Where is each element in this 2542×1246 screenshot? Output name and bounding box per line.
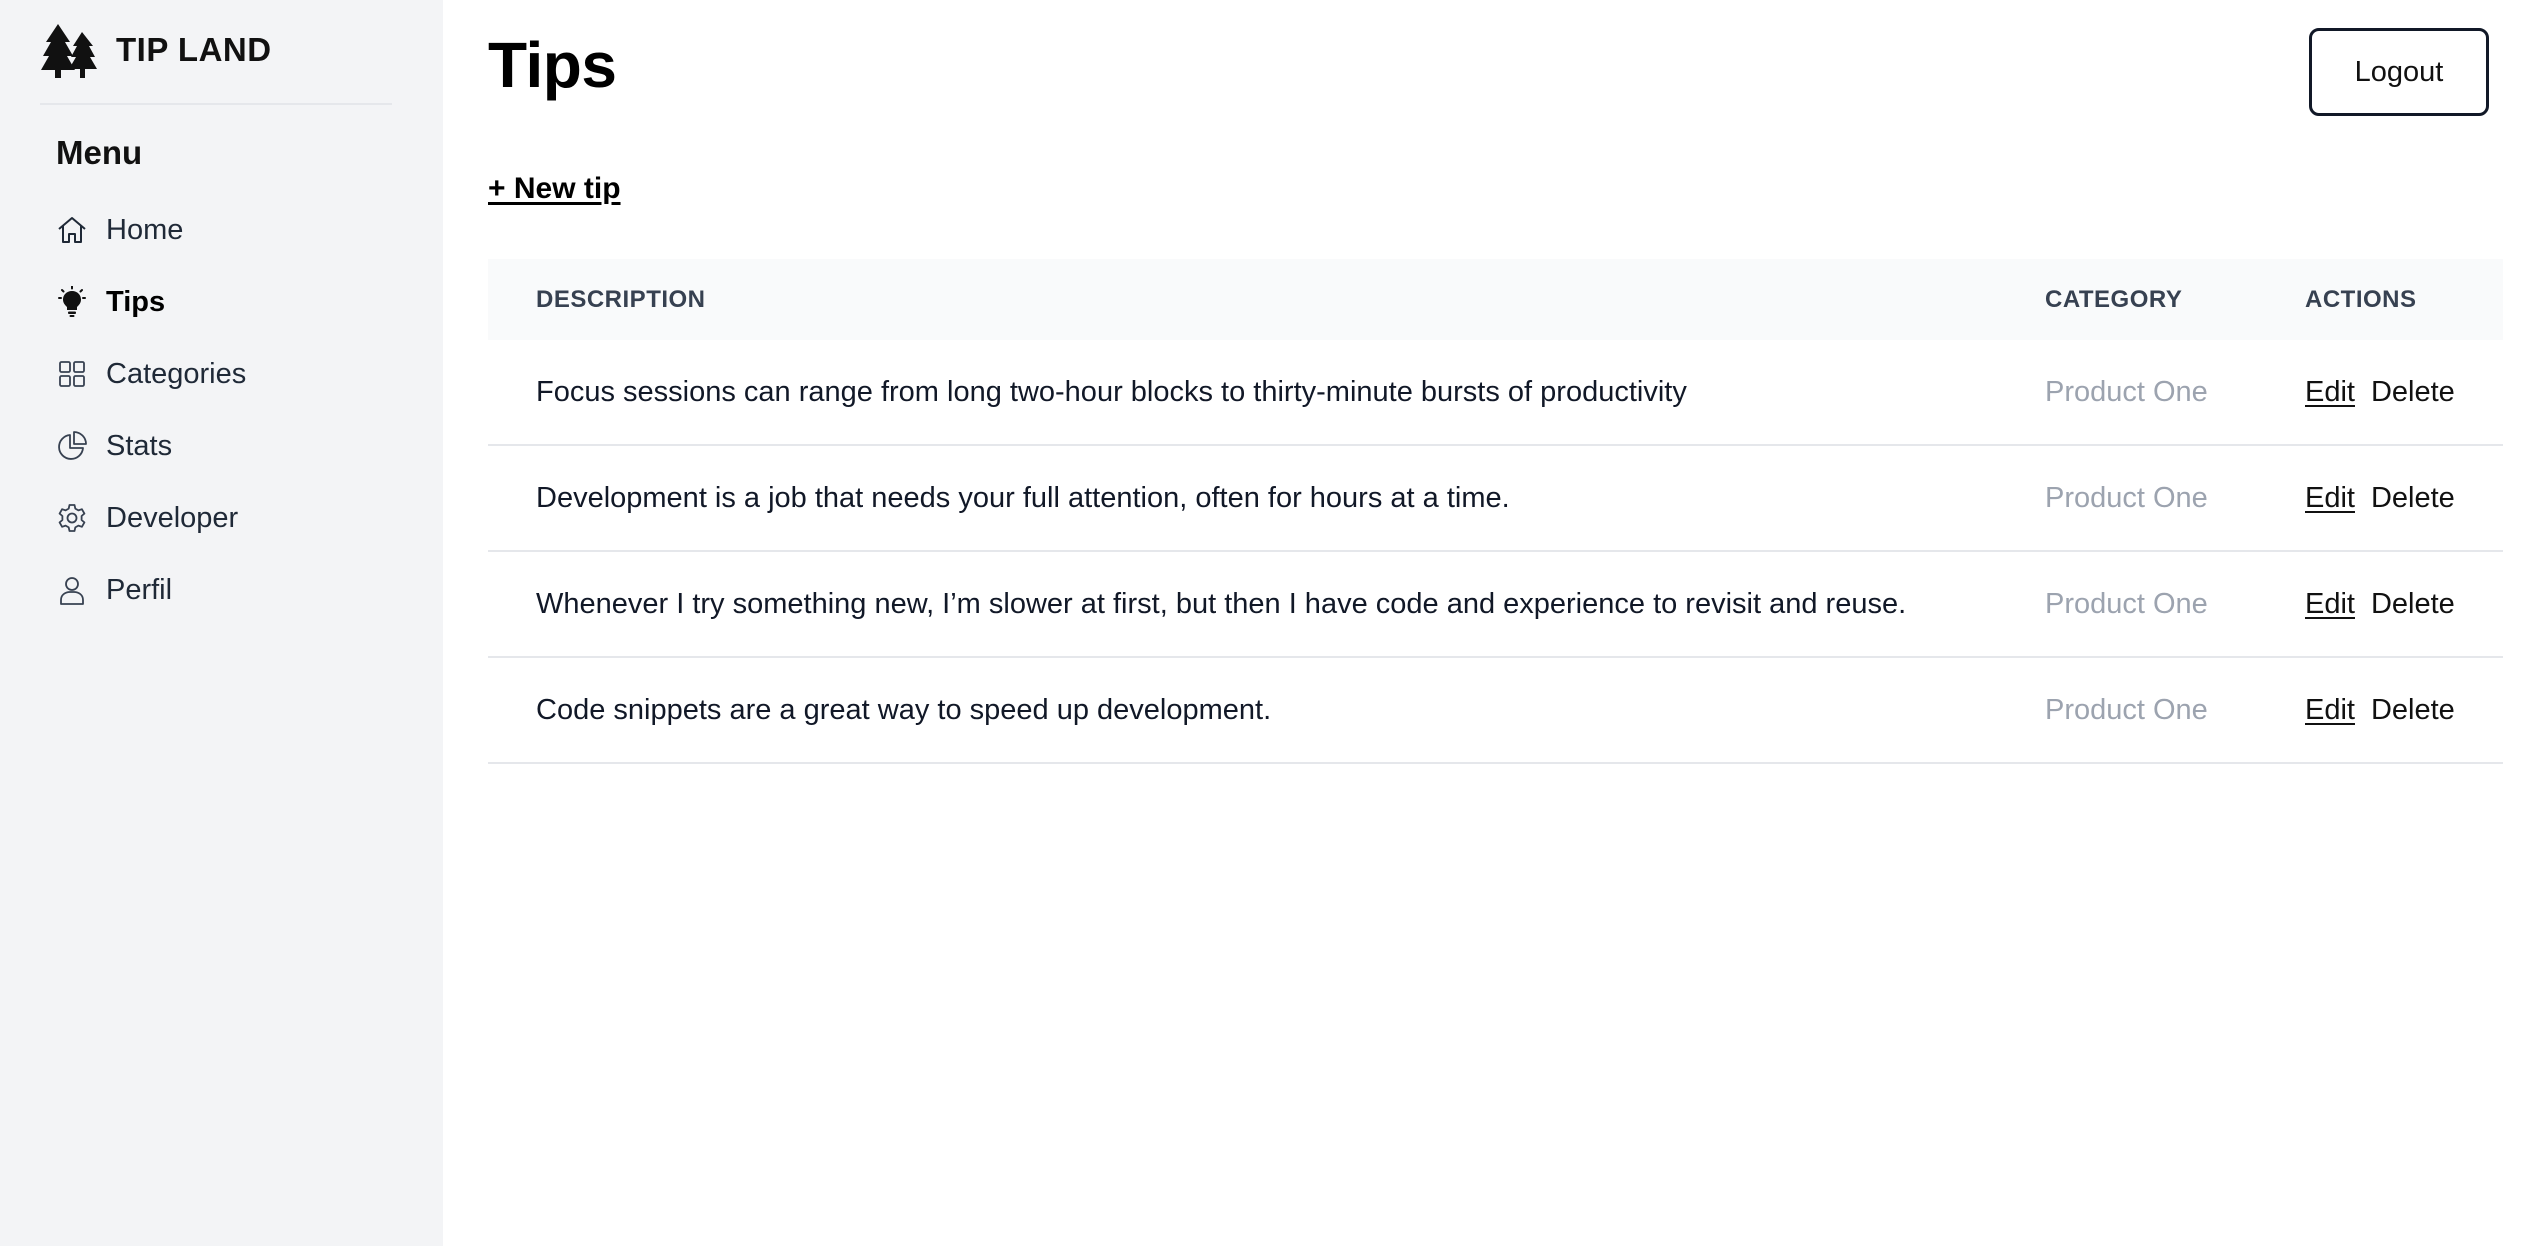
edit-link[interactable]: Edit (2305, 376, 2355, 409)
sidebar-item-label: Home (106, 213, 184, 246)
grid-icon (56, 358, 88, 390)
delete-link[interactable]: Delete (2371, 482, 2455, 515)
table-header: DESCRIPTION CATEGORY ACTIONS (488, 259, 2503, 340)
tip-description: Development is a job that needs your ful… (536, 481, 1510, 514)
lightbulb-icon (56, 286, 88, 318)
sidebar-item-label: Tips (106, 285, 166, 318)
row-actions: Edit Delete (2305, 340, 2455, 444)
tip-description: Code snippets are a great way to speed u… (536, 693, 1272, 726)
delete-link[interactable]: Delete (2371, 376, 2455, 409)
sidebar-item-label: Categories (106, 357, 247, 390)
user-icon (56, 574, 88, 606)
sidebar-item-home[interactable]: Home (56, 194, 396, 266)
tip-description: Focus sessions can range from long two-h… (536, 375, 1687, 408)
logout-button[interactable]: Logout (2309, 28, 2489, 116)
new-tip-link[interactable]: + New tip (488, 172, 621, 206)
tip-category: Product One (2045, 587, 2208, 620)
page-title: Tips (488, 29, 617, 101)
tip-category: Product One (2045, 375, 2208, 408)
sidebar: TIP LAND Menu Home Tips Categories Stats… (0, 0, 443, 1246)
table-row: Focus sessions can range from long two-h… (488, 340, 2503, 446)
row-actions: Edit Delete (2305, 658, 2455, 762)
sidebar-item-tips[interactable]: Tips (56, 266, 396, 338)
brand-name: TIP LAND (116, 31, 272, 68)
table-row: Whenever I try something new, I’m slower… (488, 552, 2503, 658)
row-actions: Edit Delete (2305, 446, 2455, 550)
sidebar-item-label: Stats (106, 429, 173, 462)
sidebar-divider (40, 103, 392, 105)
sidebar-item-developer[interactable]: Developer (56, 482, 396, 554)
sidebar-item-label: Perfil (106, 573, 173, 606)
tips-table: DESCRIPTION CATEGORY ACTIONS Focus sessi… (488, 259, 2503, 764)
pie-chart-icon (56, 430, 88, 462)
delete-link[interactable]: Delete (2371, 694, 2455, 727)
home-icon (56, 214, 88, 246)
tip-category: Product One (2045, 481, 2208, 514)
edit-link[interactable]: Edit (2305, 482, 2355, 515)
edit-link[interactable]: Edit (2305, 694, 2355, 727)
gear-icon (56, 502, 88, 534)
sidebar-nav: Home Tips Categories Stats Developer Per… (56, 194, 396, 626)
edit-link[interactable]: Edit (2305, 588, 2355, 621)
column-header-description: DESCRIPTION (536, 285, 706, 313)
tip-description: Whenever I try something new, I’m slower… (536, 587, 1907, 620)
trees-icon (40, 22, 100, 78)
sidebar-item-stats[interactable]: Stats (56, 410, 396, 482)
main-content: Tips Logout + New tip DESCRIPTION CATEGO… (443, 0, 2542, 1246)
column-header-actions: ACTIONS (2305, 285, 2417, 313)
row-actions: Edit Delete (2305, 552, 2455, 656)
table-row: Code snippets are a great way to speed u… (488, 658, 2503, 764)
sidebar-item-categories[interactable]: Categories (56, 338, 396, 410)
delete-link[interactable]: Delete (2371, 588, 2455, 621)
tip-category: Product One (2045, 693, 2208, 726)
brand[interactable]: TIP LAND (40, 22, 272, 78)
sidebar-item-label: Developer (106, 501, 239, 534)
table-row: Development is a job that needs your ful… (488, 446, 2503, 552)
sidebar-item-perfil[interactable]: Perfil (56, 554, 396, 626)
menu-title: Menu (56, 134, 143, 171)
column-header-category: CATEGORY (2045, 285, 2183, 313)
